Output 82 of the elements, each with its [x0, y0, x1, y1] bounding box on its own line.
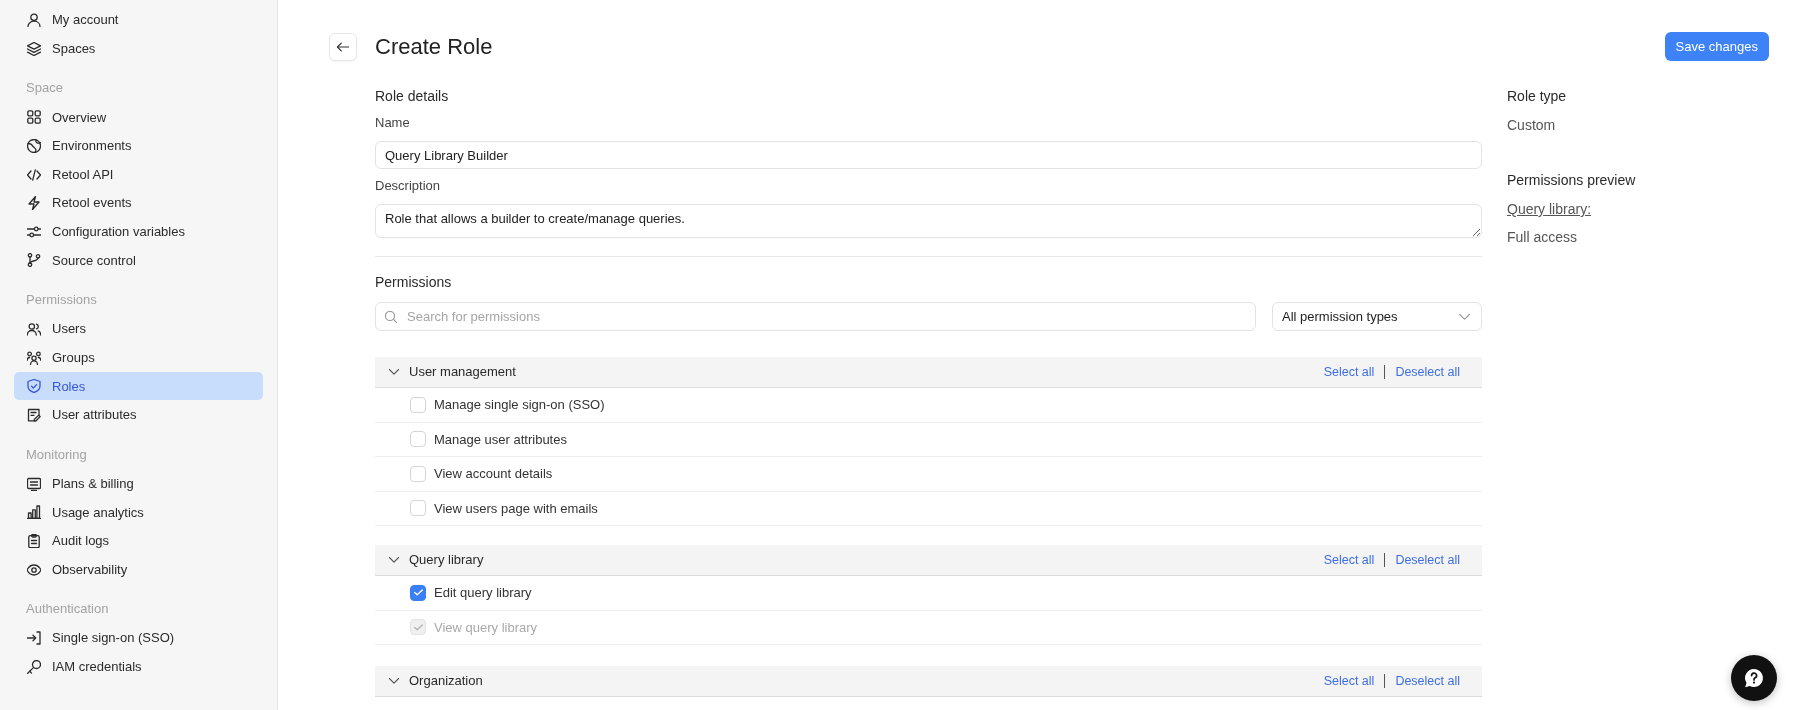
group-title: Organization	[409, 672, 483, 691]
sidebar-item[interactable]: IAM credentials	[14, 652, 263, 681]
select-all-link[interactable]: Select all	[1323, 671, 1375, 691]
sidebar-item[interactable]: Roles	[14, 372, 263, 401]
page-title: Create Role	[375, 32, 493, 61]
sidebar-section-heading: Authentication	[25, 600, 110, 619]
permission-label: Manage single sign-on (SSO)	[434, 396, 605, 414]
chevron-down-icon	[1459, 313, 1470, 320]
eye-icon	[27, 562, 41, 577]
sliders-icon	[27, 224, 41, 239]
arrow-left-icon	[337, 40, 349, 53]
sidebar-item[interactable]: Single sign-on (SSO)	[14, 624, 263, 653]
sidebar-item[interactable]: Retool API	[14, 160, 263, 189]
name-field[interactable]: Query Library Builder	[375, 141, 1482, 169]
sidebar-item[interactable]: User attributes	[14, 401, 263, 430]
section-heading: Permissions	[375, 273, 453, 292]
sidebar-section-heading: Space	[25, 79, 64, 98]
sidebar-item[interactable]: Spaces	[14, 34, 263, 63]
section-heading: Permissions preview	[1507, 171, 1637, 190]
chevron-down-icon[interactable]	[389, 369, 399, 375]
field-label: Name	[375, 114, 411, 132]
deselect-all-link[interactable]: Deselect all	[1395, 671, 1460, 691]
sidebar-item[interactable]: My account	[14, 6, 263, 34]
help-button[interactable]	[1731, 655, 1777, 701]
preview-value: Full access	[1507, 228, 1579, 246]
checkbox[interactable]	[410, 584, 426, 601]
globe-icon	[27, 138, 41, 153]
clipboard-icon	[27, 533, 41, 548]
section-heading: Role details	[375, 87, 450, 106]
sidebar-item[interactable]: Retool events	[14, 189, 263, 218]
select-all-link[interactable]: Select all	[1323, 550, 1375, 570]
description-field[interactable]: Role that allows a builder to create/manage queries.	[375, 204, 1482, 238]
document-edit-icon	[27, 408, 41, 423]
permission-label: View users page with emails	[434, 499, 598, 518]
role-type-value: Custom	[1507, 116, 1557, 134]
deselect-all-link[interactable]: Deselect all	[1395, 550, 1460, 570]
help-chat-icon	[1744, 668, 1764, 688]
section-heading: Role type	[1507, 87, 1568, 106]
checkmark-icon	[413, 623, 423, 631]
sign-in-icon	[27, 631, 41, 646]
monitor-icon	[27, 476, 41, 491]
group-icon	[27, 350, 41, 365]
permission-label: Edit query library	[434, 584, 532, 602]
group-title: User management	[409, 363, 516, 382]
search-icon	[385, 310, 397, 323]
layers-icon	[27, 41, 41, 56]
sidebar-item[interactable]: Plans & billing	[14, 469, 263, 498]
preview-link[interactable]: Query library:	[1507, 200, 1592, 218]
shield-check-icon	[27, 379, 41, 394]
key-icon	[27, 659, 41, 674]
sidebar-item[interactable]: Usage analytics	[14, 498, 263, 527]
sidebar-item[interactable]: Source control	[14, 246, 263, 275]
sidebar-item[interactable]: Users	[14, 315, 263, 344]
sidebar-item[interactable]: Observability	[14, 555, 263, 584]
select-all-link[interactable]: Select all	[1323, 362, 1375, 382]
permission-label: View account details	[434, 465, 553, 483]
save-button[interactable]: Save changes	[1664, 32, 1769, 61]
users-icon	[27, 322, 41, 337]
field-label: Description	[375, 177, 442, 195]
checkmark-icon	[413, 589, 423, 597]
sidebar-section-heading: Monitoring	[25, 445, 88, 464]
branch-icon	[27, 253, 41, 268]
permission-label: View query library	[434, 618, 538, 637]
chevron-down-icon[interactable]	[389, 557, 399, 563]
deselect-all-link[interactable]: Deselect all	[1395, 362, 1460, 382]
search-field[interactable]: Search for permissions	[375, 302, 1256, 331]
sidebar-item[interactable]: Environments	[14, 131, 263, 160]
lightning-icon	[27, 196, 41, 211]
grid-icon	[27, 110, 41, 125]
permission-type-dropdown[interactable]: All permission types	[1272, 302, 1482, 331]
code-icon	[27, 167, 41, 182]
sidebar-item[interactable]: Groups	[14, 343, 263, 372]
person-icon	[27, 13, 41, 27]
chevron-down-icon[interactable]	[389, 678, 399, 684]
back-button[interactable]	[329, 32, 357, 61]
sidebar-item[interactable]: Overview	[14, 103, 263, 132]
bar-chart-icon	[27, 505, 41, 520]
sidebar-item[interactable]: Audit logs	[14, 526, 263, 555]
group-title: Query library	[409, 551, 484, 570]
sidebar-item[interactable]: Configuration variables	[14, 217, 263, 246]
permission-label: Manage user attributes	[434, 430, 567, 449]
sidebar-section-heading: Permissions	[25, 290, 98, 309]
